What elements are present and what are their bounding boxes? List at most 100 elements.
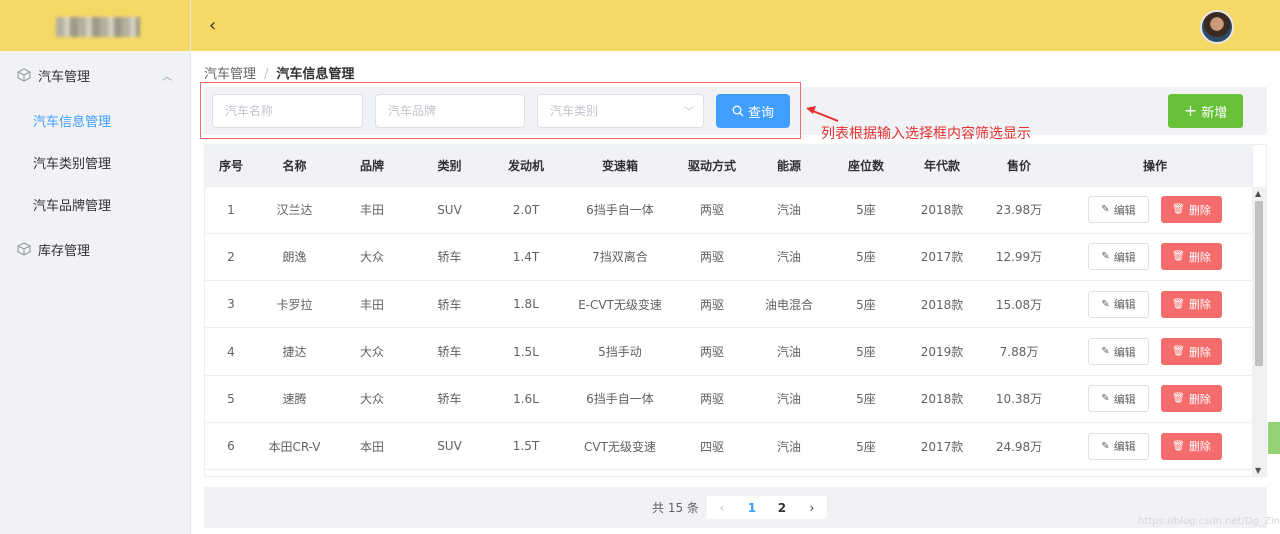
table-cell: SUV: [412, 422, 487, 471]
table-cell: 1.5T: [487, 422, 565, 471]
add-button[interactable]: + 新增: [1168, 94, 1243, 128]
table-cell: 朗逸: [257, 233, 332, 282]
table-scrollbar[interactable]: ▲ ▼: [1252, 187, 1266, 476]
table-cell: 卡罗拉: [257, 280, 332, 329]
table-cell: 大众: [332, 375, 412, 423]
delete-button[interactable]: 🗑 删除: [1161, 385, 1222, 413]
table-cell: 2019款: [903, 327, 981, 376]
edit-label: 编辑: [1113, 345, 1136, 359]
table-cell: 2.0T: [487, 186, 565, 234]
table-cell: 5: [205, 375, 257, 423]
breadcrumb-root[interactable]: 汽车管理: [204, 67, 256, 82]
trash-icon: 🗑: [1172, 251, 1185, 263]
next-page-icon[interactable]: ›: [796, 496, 827, 519]
plus-icon: +: [1183, 101, 1198, 120]
menu-group-inventory[interactable]: 库存管理: [0, 225, 190, 273]
table-cell: 3: [205, 280, 257, 329]
table-cell: 本田: [332, 422, 412, 471]
trash-icon: 🗑: [1172, 393, 1185, 405]
edit-button[interactable]: ✎ 编辑: [1088, 196, 1149, 224]
trash-icon: 🗑: [1172, 204, 1185, 216]
table-row: 5 速腾 大众 轿车 1.6L 6挡手自一体 两驱 汽油 5座 2018款 10.38万 ✎ 编辑 🗑 删除: [205, 375, 1253, 423]
edit-button[interactable]: ✎ 编辑: [1088, 290, 1149, 318]
table-cell: 汽油: [749, 422, 829, 471]
delete-label: 删除: [1188, 203, 1211, 217]
sidebar-item-car-info[interactable]: 汽车信息管理: [0, 99, 190, 141]
edit-button[interactable]: ✎ 编辑: [1088, 243, 1149, 271]
trash-icon: 🗑: [1172, 298, 1185, 310]
table-cell: 2018款: [903, 186, 981, 234]
table-cell: 两驱: [675, 186, 749, 234]
delete-button[interactable]: 🗑 删除: [1161, 290, 1222, 318]
table-header-row: 序号 名称 品牌 类别 发动机 变速箱 驱动方式 能源 座位数 年代款 售价 操…: [205, 145, 1253, 187]
cube-icon: [17, 242, 31, 256]
table-cell: 1.6L: [487, 375, 565, 423]
delete-label: 删除: [1188, 345, 1211, 359]
edit-icon: ✎: [1101, 440, 1110, 452]
user-avatar[interactable]: [1200, 10, 1234, 44]
scroll-down-icon[interactable]: ▼: [1255, 466, 1261, 475]
table-cell: 15.08万: [981, 280, 1057, 329]
edit-icon: ✎: [1101, 298, 1110, 310]
annotation-text: 列表根据输入选择框内容筛选显示: [821, 126, 1031, 142]
delete-button[interactable]: 🗑 删除: [1161, 432, 1222, 460]
table-cell: 轿车: [412, 280, 487, 329]
table-cell: 汽油: [749, 186, 829, 234]
page-1-button[interactable]: 1: [736, 496, 767, 519]
table-cell: 大众: [332, 233, 412, 282]
column-header: 名称: [257, 145, 332, 187]
edit-label: 编辑: [1113, 203, 1136, 217]
menu-group-car-management[interactable]: 汽车管理 ︿: [0, 51, 190, 99]
actions-cell: ✎ 编辑 🗑 删除: [1057, 186, 1253, 234]
edit-button[interactable]: ✎ 编辑: [1088, 385, 1149, 413]
table-cell: 1: [205, 186, 257, 234]
table-cell: 12.99万: [981, 233, 1057, 282]
table-cell: 5座: [829, 186, 903, 234]
sidebar: 汽车管理 ︿ 汽车信息管理 汽车类别管理 汽车品牌管理 库存管理: [0, 0, 191, 534]
edit-label: 编辑: [1113, 298, 1136, 312]
pagination: 共 15 条 ‹ 1 2 ›: [652, 496, 827, 519]
breadcrumb-current: 汽车信息管理: [276, 67, 355, 82]
side-float-tab[interactable]: [1268, 422, 1280, 454]
sidebar-item-car-category[interactable]: 汽车类别管理: [0, 141, 190, 183]
table-cell: 4: [205, 327, 257, 376]
table-cell: 24.98万: [981, 422, 1057, 471]
delete-label: 删除: [1188, 298, 1211, 312]
delete-button[interactable]: 🗑 删除: [1161, 338, 1222, 366]
table-cell: 23.98万: [981, 186, 1057, 234]
table-cell: 汽油: [749, 327, 829, 376]
column-header: 驱动方式: [675, 145, 749, 187]
edit-label: 编辑: [1113, 250, 1136, 264]
table-cell: 5挡手动: [565, 327, 675, 376]
logo: [56, 17, 140, 37]
delete-label: 删除: [1188, 440, 1211, 454]
column-header: 类别: [412, 145, 487, 187]
edit-button[interactable]: ✎ 编辑: [1088, 338, 1149, 366]
column-header: 序号: [205, 145, 257, 187]
table-cell: 两驱: [675, 233, 749, 282]
table-cell: 1.4T: [487, 233, 565, 282]
table-row: 2 朗逸 大众 轿车 1.4T 7挡双离合 两驱 汽油 5座 2017款 12.99万 ✎ 编辑 🗑 删除: [205, 233, 1253, 282]
table-row: 3 卡罗拉 丰田 轿车 1.8L E-CVT无级变速 两驱 油电混合 5座 2018款 15.08万…: [205, 280, 1253, 329]
add-label: 新增: [1201, 105, 1228, 121]
table-cell: 5座: [829, 422, 903, 471]
scroll-up-icon[interactable]: ▲: [1255, 189, 1261, 198]
breadcrumb-separator: /: [264, 67, 269, 82]
page-2-button[interactable]: 2: [766, 496, 797, 519]
table-cell: 轿车: [412, 375, 487, 423]
actions-cell: ✎ 编辑 🗑 删除: [1057, 422, 1253, 471]
table-cell: 本田CR-V: [257, 422, 332, 471]
menu-group-label: 汽车管理: [38, 69, 91, 85]
delete-button[interactable]: 🗑 删除: [1161, 196, 1222, 224]
column-header: 变速箱: [565, 145, 675, 187]
annotation-arrow: [806, 106, 839, 122]
prev-page-icon[interactable]: ‹: [706, 496, 737, 519]
scroll-thumb[interactable]: [1255, 201, 1263, 366]
column-header: 年代款: [903, 145, 981, 187]
table-cell: 6挡手自一体: [565, 186, 675, 234]
edit-button[interactable]: ✎ 编辑: [1088, 432, 1149, 460]
collapse-icon[interactable]: ‹: [209, 15, 216, 36]
sidebar-item-car-brand[interactable]: 汽车品牌管理: [0, 183, 190, 225]
delete-button[interactable]: 🗑 删除: [1161, 243, 1222, 271]
table-cell: 6挡手自一体: [565, 375, 675, 423]
